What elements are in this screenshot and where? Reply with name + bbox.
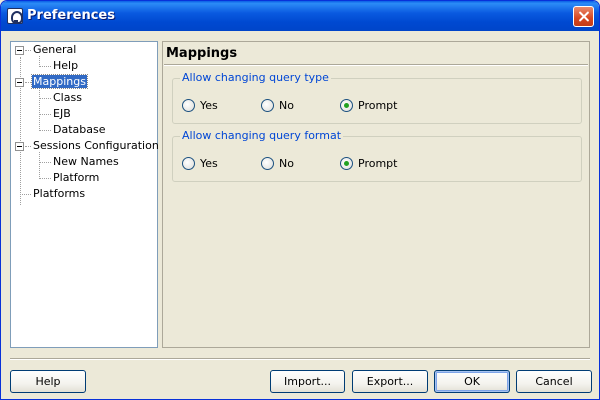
collapse-icon[interactable] [15,46,24,55]
tree-connector [39,152,40,177]
radio-label: No [279,156,294,170]
tree-item-mappings[interactable]: Mappings [31,74,88,89]
preferences-tree[interactable]: General Help Mappings Class EJB Database… [10,41,160,348]
query-format-yes-radio[interactable]: Yes [182,156,218,170]
radio-checked-icon[interactable] [340,98,353,112]
tree-item-label: Database [53,123,106,136]
export-button[interactable]: Export... [352,370,428,393]
radio-label: Prompt [358,98,398,112]
tree-item-platforms[interactable]: Platforms [32,187,86,201]
tree-item-label: Sessions Configuration [33,139,159,152]
tree-connector [39,66,51,67]
tree-item-label: General [33,43,77,56]
app-icon [7,8,23,24]
radio-label: Prompt [358,156,398,170]
group-legend: Allow changing query type [180,71,331,84]
panel-title: Mappings [166,46,238,61]
radio-icon[interactable] [182,98,195,112]
tree-item-label: Platforms [33,187,86,200]
tree-item-label: Class [53,91,82,104]
collapse-icon[interactable] [15,142,24,151]
tree-item-new-names[interactable]: New Names [52,155,120,169]
tree-item-database[interactable]: Database [52,123,107,137]
query-format-group: Allow changing query format Yes No Promp… [172,129,582,182]
tree-connector [25,82,31,83]
title-bar[interactable]: Preferences [1,1,599,31]
collapse-icon[interactable] [15,78,24,87]
radio-icon[interactable] [182,156,195,170]
query-type-yes-radio[interactable]: Yes [182,98,218,112]
tree-item-label: EJB [53,107,71,120]
divider [10,358,590,360]
tree-item-label: Help [53,59,79,72]
tree-item-label: New Names [53,155,119,168]
tree-connector [39,98,51,99]
mappings-panel: Mappings Allow changing query type Yes N… [162,41,590,348]
radio-icon[interactable] [261,98,274,112]
group-legend: Allow changing query format [180,129,344,142]
close-icon[interactable] [573,6,594,27]
query-format-prompt-radio[interactable]: Prompt [340,156,397,170]
radio-label: Yes [200,98,218,112]
tree-item-label: Platform [53,171,100,184]
divider [164,64,588,66]
query-type-no-radio[interactable]: No [261,98,294,112]
preferences-dialog: Preferences General Help Mappings Class … [0,0,600,400]
radio-label: No [279,98,294,112]
radio-label: Yes [200,156,218,170]
cancel-button[interactable]: Cancel [516,370,592,393]
tree-connector [39,88,40,129]
tree-connector [39,114,51,115]
tree-connector [39,162,51,163]
ok-button[interactable]: OK [434,370,510,393]
tree-connector [39,130,51,131]
tree-item-sessions-configuration[interactable]: Sessions Configuration [32,139,160,153]
tree-connector [25,146,31,147]
tree-item-general[interactable]: General [32,43,77,57]
radio-checked-icon[interactable] [340,156,353,170]
query-type-group: Allow changing query type Yes No Prompt [172,71,582,124]
tree-item-ejb[interactable]: EJB [52,107,72,121]
radio-icon[interactable] [261,156,274,170]
tree-connector [39,56,40,65]
import-button[interactable]: Import... [270,370,345,393]
tree-item-label: Mappings [31,74,88,89]
query-format-no-radio[interactable]: No [261,156,294,170]
tree-item-platform[interactable]: Platform [52,171,100,185]
tree-connector [39,178,51,179]
query-type-prompt-radio[interactable]: Prompt [340,98,397,112]
tree-connector [25,50,31,51]
help-button[interactable]: Help [10,370,86,393]
tree-connector [20,194,31,195]
window-title: Preferences [27,8,115,23]
tree-item-class[interactable]: Class [52,91,83,105]
tree-item-help[interactable]: Help [52,59,79,73]
